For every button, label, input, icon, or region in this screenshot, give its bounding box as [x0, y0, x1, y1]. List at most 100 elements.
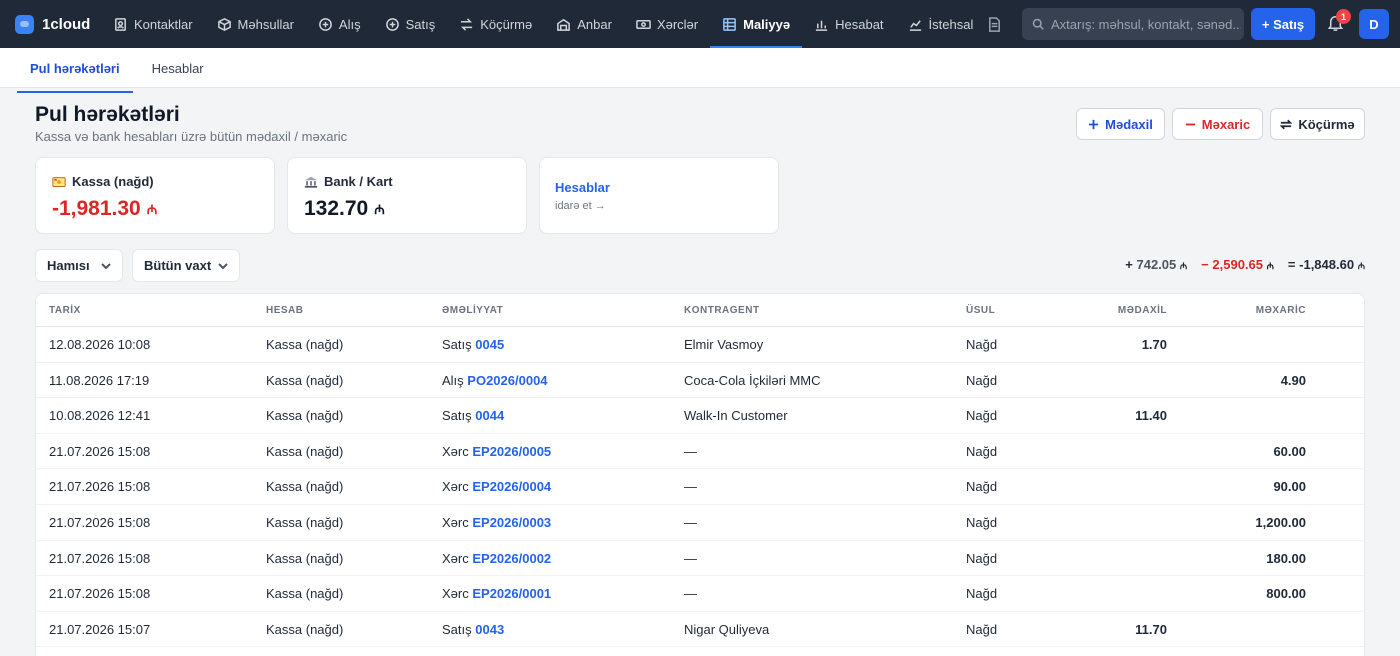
cell-counterparty: —: [684, 586, 697, 602]
search-icon: [1032, 18, 1044, 30]
column-header-account[interactable]: HESAB: [266, 305, 304, 316]
nav-item-label: Kontaktlar: [134, 16, 193, 32]
accounts-link-subtitle: idarə et →: [555, 200, 606, 212]
accounts-link-card[interactable]: Hesablar idarə et →: [539, 157, 779, 234]
cell-operation: Xərc EP2026/0002: [442, 551, 551, 566]
operation-type: Satış: [442, 408, 472, 424]
operation-type: Xərc: [442, 514, 469, 530]
nav-item-6[interactable]: Xərclər: [624, 0, 710, 48]
search-input[interactable]: [1051, 16, 1241, 32]
cell-account: Kassa (nağd): [266, 337, 344, 352]
document-icon[interactable]: [987, 0, 1005, 48]
cell-account: Kassa (nağd): [266, 443, 344, 459]
total-income-value: 742.05: [1136, 257, 1177, 272]
user-avatar[interactable]: D: [1359, 9, 1389, 39]
document-link[interactable]: 0043: [475, 622, 504, 637]
totals-summary: + 742.05 ₼ − 2,590.65 ₼ = -1,848.60 ₼: [1125, 257, 1365, 272]
bank-balance-card[interactable]: Bank / Kart 132.70 ₼: [287, 157, 527, 234]
nav-item-0[interactable]: Kontaktlar: [101, 0, 205, 48]
document-link[interactable]: EP2026/0001: [472, 586, 551, 601]
add-expense-button[interactable]: Məxaric: [1172, 108, 1263, 140]
operation-type: Xərc: [442, 479, 469, 495]
period-filter-select[interactable]: Bütün vaxt: [132, 249, 240, 282]
cell-operation: Xərc EP2026/0003: [442, 515, 551, 530]
document-link[interactable]: EP2026/0002: [472, 551, 551, 566]
bar-chart-icon: [815, 20, 828, 31]
nav-item-5[interactable]: Anbar: [544, 0, 624, 48]
table-row[interactable]: 21.07.2026 15:08 Kassa (nağd) Xərc EP2026/…: [36, 576, 1364, 612]
plus-circle-icon: [385, 17, 399, 31]
table-row[interactable]: 10.08.2026 12:41 Kassa (nağd) Satış 0044 Wa…: [36, 398, 1364, 434]
bank-card-label: Bank / Kart: [304, 174, 393, 189]
cell-counterparty: Nigar Quliyeva: [684, 621, 770, 637]
document-link[interactable]: 0044: [475, 408, 504, 423]
table-row[interactable]: 21.07.2026 15:08 Kassa (nağd) Xərc EP2026/…: [36, 541, 1364, 577]
add-income-button[interactable]: Mədaxil: [1076, 108, 1165, 140]
nav-item-label: Hesabat: [835, 16, 884, 32]
table-row[interactable]: 11.08.2026 17:19 Kassa (nağd) Alış PO2026/…: [36, 363, 1364, 399]
line-chart-icon: [909, 19, 921, 31]
document-link[interactable]: EP2026/0004: [472, 479, 551, 494]
column-header-counterparty[interactable]: KONTRAGENT: [684, 305, 760, 316]
cell-date: 21.07.2026 15:08: [49, 586, 151, 602]
plus-icon: [1089, 119, 1099, 129]
column-header-expense[interactable]: MƏXARİC: [1256, 305, 1306, 316]
global-search[interactable]: [1022, 8, 1244, 40]
nav-item-7[interactable]: Maliyyə: [710, 0, 803, 48]
tab-accounts[interactable]: Hesablar: [139, 48, 217, 88]
document-link[interactable]: EP2026/0003: [472, 515, 551, 530]
column-header-operation[interactable]: ƏMƏLİYYAT: [442, 305, 503, 316]
cell-date: 21.07.2026 15:08: [49, 443, 151, 459]
account-filter-select[interactable]: Hamısı: [35, 249, 123, 282]
transfer-button[interactable]: Köçürmə: [1270, 108, 1365, 140]
table-row[interactable]: 21.07.2026 15:08 Kassa (nağd) Xərc EP2026/…: [36, 505, 1364, 541]
operation-type: Xərc: [442, 550, 469, 566]
nav-item-2[interactable]: Alış: [306, 0, 373, 48]
table-row[interactable]: 21.07.2026 15:07 Kassa (nağd) Satış 0043 Ni…: [36, 612, 1364, 648]
nav-item-label: Xərclər: [656, 16, 699, 32]
nav-item-label: Alış: [338, 16, 361, 32]
column-header-date[interactable]: TARİX: [49, 305, 81, 316]
cash-card-title: Kassa (nağd): [72, 174, 154, 189]
bank-icon: [304, 176, 318, 188]
nav-item-4[interactable]: Köçürmə: [447, 0, 544, 48]
nav-item-9[interactable]: İstehsal: [896, 0, 986, 48]
accounts-link-title[interactable]: Hesablar: [555, 180, 610, 195]
cell-expense: 4.90: [1280, 372, 1306, 388]
document-link[interactable]: PO2026/0004: [467, 373, 547, 388]
income-sign: +: [1125, 257, 1133, 272]
operation-type: Alış: [442, 372, 464, 388]
nav-item-3[interactable]: Satış: [373, 0, 448, 48]
tab-cash-movements[interactable]: Pul hərəkətləri: [17, 48, 133, 93]
table-row[interactable]: 12.08.2026 10:08 Kassa (nağd) Satış 0045 El…: [36, 327, 1364, 363]
cell-method: Nağd: [966, 621, 998, 637]
table-row[interactable]: 21.07.2026 15:08 Kassa (nağd) Xərc EP2026/…: [36, 469, 1364, 505]
cell-date: 21.07.2026 15:07: [49, 621, 151, 637]
nav-item-8[interactable]: Hesabat: [802, 0, 895, 48]
cell-counterparty: —: [684, 443, 697, 459]
cell-expense: 90.00: [1273, 479, 1306, 495]
total-expense: − 2,590.65 ₼: [1201, 257, 1274, 272]
nav-item-1[interactable]: Məhsullar: [205, 0, 306, 48]
cash-balance-card[interactable]: Kassa (nağd) -1,981.30 ₼: [35, 157, 275, 234]
currency-icon: ₼: [1179, 261, 1188, 271]
cash-icon: [52, 176, 66, 187]
cell-expense: 1,200.00: [1255, 514, 1306, 530]
document-link[interactable]: EP2026/0005: [472, 444, 551, 459]
new-sale-button[interactable]: + Satış: [1251, 8, 1315, 40]
nav-item-label: Anbar: [577, 16, 612, 32]
document-link[interactable]: 0045: [475, 337, 504, 352]
column-header-method[interactable]: ÜSUL: [966, 305, 995, 316]
total-income: + 742.05 ₼: [1125, 257, 1187, 272]
bank-card-title: Bank / Kart: [324, 174, 393, 189]
operation-type: Xərc: [442, 586, 469, 602]
column-header-income[interactable]: MƏDAXİL: [1118, 305, 1167, 316]
cell-method: Nağd: [966, 372, 998, 388]
currency-icon: ₼: [374, 202, 385, 217]
nav-item-label: Məhsullar: [237, 16, 294, 32]
cell-income: 11.40: [1135, 408, 1167, 424]
table-row[interactable]: 21.07.2026 15:08 Kassa (nağd) Xərc EP2026/…: [36, 434, 1364, 470]
operation-type: Xərc: [442, 443, 469, 459]
contacts-icon: [115, 17, 126, 31]
brand[interactable]: 1cloud: [15, 14, 101, 34]
